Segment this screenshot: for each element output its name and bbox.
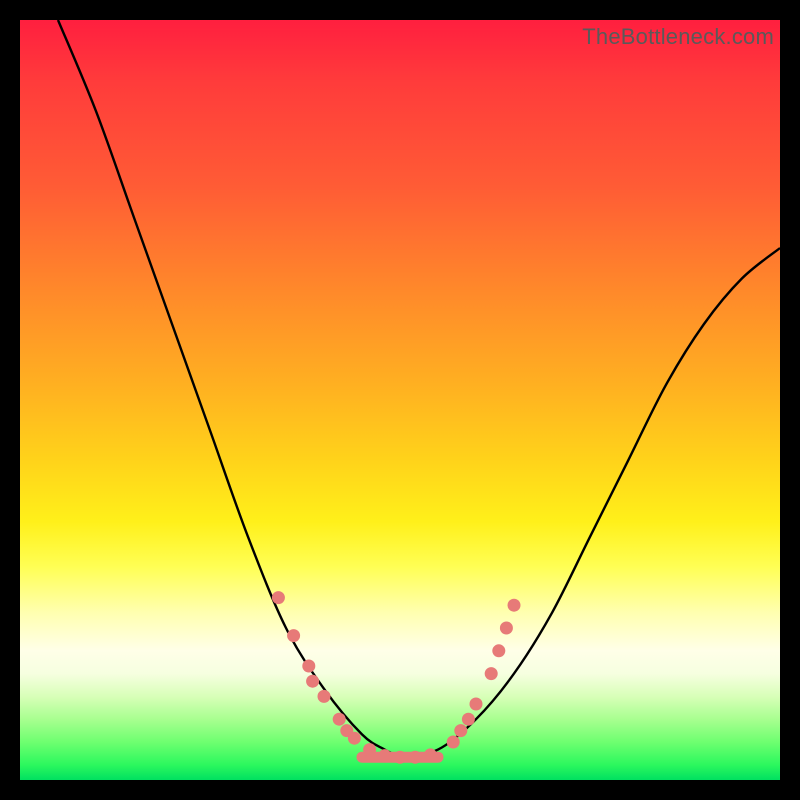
watermark-text: TheBottleneck.com [582,24,774,50]
chart-frame: TheBottleneck.com [20,20,780,780]
chart-background-gradient [20,20,780,780]
